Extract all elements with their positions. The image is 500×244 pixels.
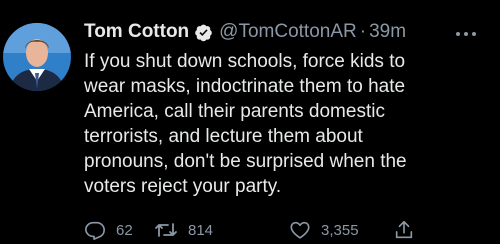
share-button[interactable]: [393, 216, 415, 244]
author-name[interactable]: Tom Cotton: [84, 21, 189, 43]
tweet-header: Tom Cotton @TomCottonAR · 39m: [84, 17, 406, 47]
tweet-text: If you shut down schools, force kids to …: [84, 51, 407, 197]
separator: ·: [359, 21, 367, 42]
retweet-count: 814: [188, 221, 214, 239]
heart-icon: [289, 219, 311, 241]
retweet-button[interactable]: 814: [154, 216, 213, 244]
like-button[interactable]: 3,355: [289, 216, 359, 244]
reply-count: 62: [116, 221, 133, 239]
author-handle[interactable]: @TomCottonAR: [219, 21, 357, 43]
avatar[interactable]: [3, 23, 71, 91]
tweet[interactable]: Tom Cotton @TomCottonAR · 39m If you shu…: [0, 0, 500, 244]
timestamp[interactable]: 39m: [369, 21, 406, 43]
verified-badge-icon: [194, 23, 213, 42]
like-count: 3,355: [321, 221, 359, 239]
reply-icon: [84, 219, 106, 241]
reply-button[interactable]: 62: [84, 216, 133, 244]
share-icon: [393, 219, 415, 241]
retweet-icon: [154, 219, 178, 241]
more-horizontal-icon[interactable]: [454, 26, 478, 36]
action-bar: 62 814 3,355: [84, 216, 494, 244]
